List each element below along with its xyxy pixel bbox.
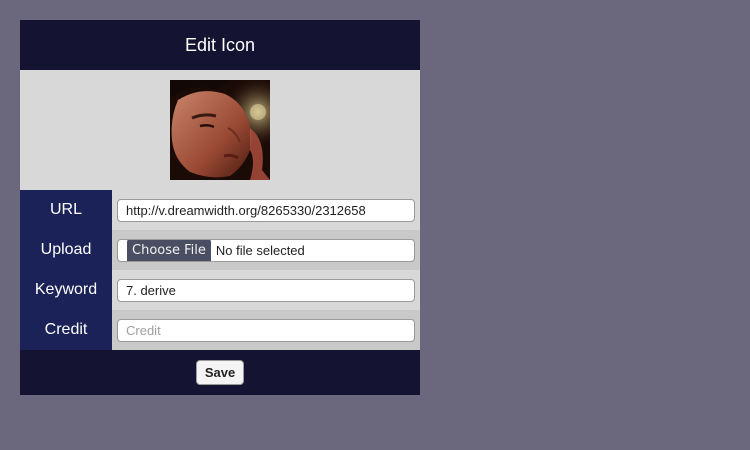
icon-preview [20,70,420,190]
keyword-cell [112,270,420,310]
url-cell [112,190,420,230]
keyword-label: Keyword [20,270,112,310]
keyword-row: Keyword [20,270,420,310]
file-status: No file selected [215,242,305,258]
credit-input[interactable] [117,318,415,342]
credit-row: Credit [20,310,420,350]
icon-image [170,80,270,180]
file-input[interactable]: Choose File No file selected [117,238,415,262]
page-title: Edit Icon [184,34,256,55]
save-button[interactable]: Save [195,360,245,385]
upload-cell: Choose File No file selected [112,230,420,270]
keyword-input[interactable] [117,278,415,302]
panel-footer: Save [20,350,420,395]
upload-label: Upload [20,230,112,270]
credit-label: Credit [20,310,112,350]
panel-header: Edit Icon [20,20,420,70]
choose-file-button[interactable]: Choose File [127,239,211,261]
upload-row: Upload Choose File No file selected [20,230,420,270]
url-input[interactable] [117,198,415,222]
edit-icon-panel: Edit Icon URL http://v.dreamwidth.org/82… [20,20,420,395]
credit-cell [112,310,420,350]
url-label: URL [20,190,112,230]
url-row: URL [20,190,420,230]
